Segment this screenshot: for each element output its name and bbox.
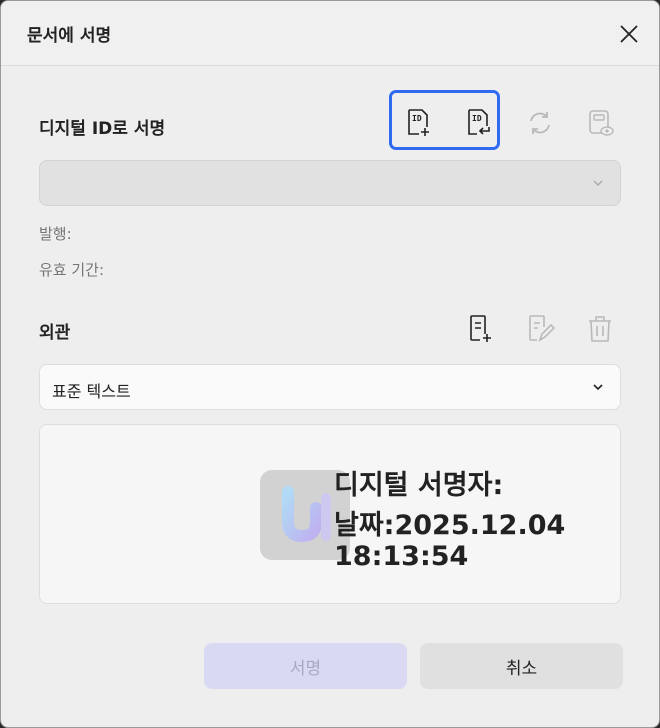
close-button[interactable] <box>613 18 645 50</box>
digital-id-select[interactable] <box>39 160 621 206</box>
appearance-select[interactable]: 표준 텍스트 <box>39 364 621 410</box>
appearance-label: 외관 <box>39 323 71 343</box>
signature-preview: 디지털 서명자: 날짜:2025.12.04 18:13:54 <box>39 424 621 604</box>
refresh-icon <box>530 112 550 134</box>
issuer-label: 발행: <box>39 225 72 243</box>
appearance-edit-icon <box>529 315 556 342</box>
dialog-title: 문서에 서명 <box>27 26 112 46</box>
id-view-icon <box>589 110 614 136</box>
appearance-select-value: 표준 텍스트 <box>52 382 131 401</box>
chevron-down-icon <box>593 180 603 187</box>
cancel-button[interactable]: 취소 <box>420 643 623 689</box>
id-import-icon: ID <box>468 109 490 135</box>
import-digital-id-button[interactable]: ID <box>461 105 497 141</box>
add-appearance-button[interactable] <box>463 311 499 347</box>
signature-line-time: 18:13:54 <box>334 541 469 572</box>
signature-line-signer: 디지털 서명자: <box>334 470 504 501</box>
digital-id-label: 디지털 ID로 서명 <box>39 119 166 139</box>
trash-icon <box>589 316 611 342</box>
svg-text:ID: ID <box>412 114 422 123</box>
signature-line-date: 날짜:2025.12.04 <box>334 510 566 541</box>
delete-appearance-button[interactable] <box>582 311 618 347</box>
id-add-icon: ID <box>408 109 429 136</box>
sign-button[interactable]: 서명 <box>204 643 407 689</box>
view-digital-id-button[interactable] <box>582 105 618 141</box>
close-icon <box>620 25 638 43</box>
refresh-button[interactable] <box>522 105 558 141</box>
dialog-titlebar: 문서에 서명 <box>1 1 659 66</box>
svg-text:ID: ID <box>472 114 482 123</box>
edit-appearance-button[interactable] <box>523 311 559 347</box>
sign-document-dialog: 문서에 서명 디지털 ID로 서명 ID ID 발행: 유효 기간: 외관 표준… <box>0 0 660 728</box>
appearance-add-icon <box>470 315 491 342</box>
add-digital-id-button[interactable]: ID <box>401 105 437 141</box>
chevron-down-icon <box>593 384 603 391</box>
validity-label: 유효 기간: <box>39 261 105 279</box>
